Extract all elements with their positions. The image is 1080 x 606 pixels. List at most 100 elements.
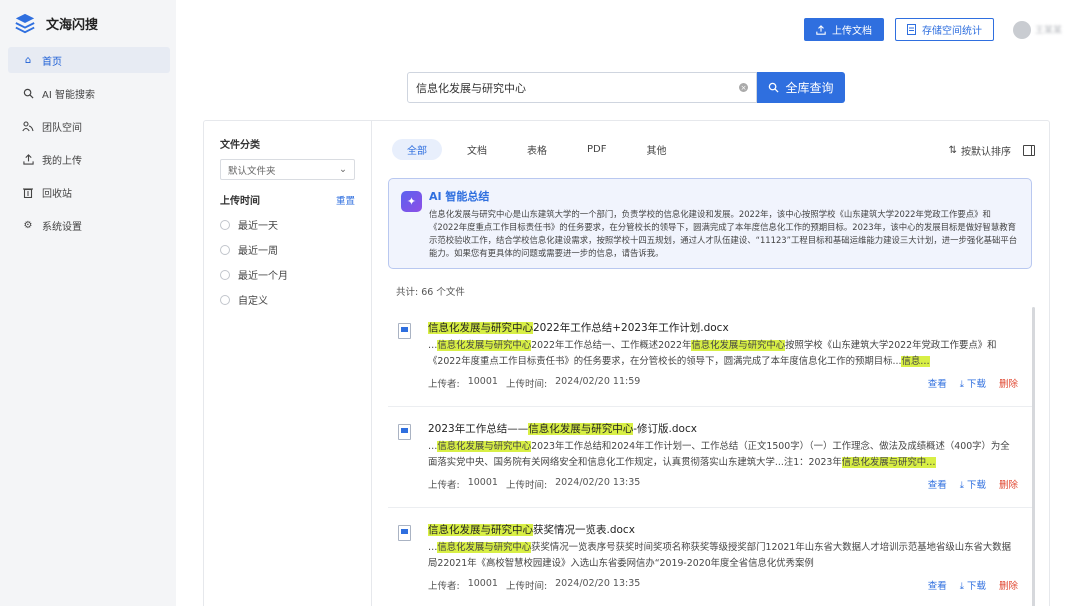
list-item: 信息化发展与研究中心获奖情况一览表.docx …信息化发展与研究中心获奖情况一览…	[388, 508, 1032, 606]
list-item: 信息化发展与研究中心2022年工作总结+2023年工作计划.docx …信息化发…	[388, 306, 1032, 407]
upload-document-button[interactable]: 上传文档	[803, 18, 884, 41]
layers-logo-icon	[15, 13, 35, 34]
sidebar-item-home[interactable]: ⌂ 首页	[8, 47, 170, 73]
sidebar-item-my-uploads[interactable]: 我的上传	[8, 146, 170, 172]
download-icon: ⤓	[959, 379, 967, 390]
download-button[interactable]: ⤓ 下载	[960, 578, 986, 592]
search-icon	[22, 87, 34, 99]
delete-button[interactable]: 删除	[999, 477, 1018, 491]
uploader-value: 10001	[467, 578, 498, 589]
snippet-highlight: 信息化发展与研究中心	[437, 340, 532, 351]
tab-spreadsheets[interactable]: 表格	[512, 139, 562, 160]
tab-all[interactable]: 全部	[392, 139, 442, 160]
sort-button[interactable]: ⇅ 按默认排序	[949, 143, 1011, 158]
download-label: 下载	[966, 379, 986, 390]
result-title[interactable]: 2023年工作总结——信息化发展与研究中心-修订版.docx	[428, 421, 1018, 436]
clear-icon[interactable]: ×	[739, 83, 748, 92]
view-button[interactable]: 查看	[928, 376, 947, 390]
time-option-month[interactable]: 最近一个月	[220, 267, 355, 282]
search-input[interactable]: 信息化发展与研究中心 ×	[407, 72, 757, 103]
sidebar-item-recycle-bin[interactable]: 回收站	[8, 179, 170, 205]
time-option-custom[interactable]: 自定义	[220, 292, 355, 307]
result-title[interactable]: 信息化发展与研究中心2022年工作总结+2023年工作计划.docx	[428, 320, 1018, 335]
result-meta: 上传者: 10001 上传时间: 2024/02/20 13:35	[428, 477, 640, 491]
snippet-prefix: …	[428, 340, 438, 351]
title-text: 获奖情况一览表.docx	[533, 524, 635, 536]
delete-button[interactable]: 删除	[999, 578, 1018, 592]
download-button[interactable]: ⤓ 下载	[960, 376, 986, 390]
list-item: 2023年工作总结——信息化发展与研究中心-修订版.docx … 信息化发展与研究…	[388, 407, 1032, 508]
tab-other[interactable]: 其他	[631, 139, 681, 160]
tab-documents[interactable]: 文档	[452, 139, 502, 160]
time-option-day[interactable]: 最近一天	[220, 217, 355, 232]
category-select-value: 默认文件夹	[228, 165, 276, 177]
gear-icon: ⚙	[23, 219, 33, 231]
tab-pdf[interactable]: PDF	[572, 139, 621, 160]
snippet-prefix: …	[428, 441, 438, 452]
results-scrollbar[interactable]	[1032, 307, 1035, 606]
uploader-value: 10001	[467, 376, 498, 387]
snippet-prefix: …	[428, 542, 438, 553]
search-all-button[interactable]: 全库查询	[757, 72, 845, 103]
user-menu[interactable]: 王某某	[1012, 20, 1062, 39]
upload-time-label: 上传时间:	[505, 379, 548, 390]
snippet-text: 2022年工作总结一、工作概述2022年	[531, 340, 692, 351]
view-button[interactable]: 查看	[928, 578, 947, 592]
sidebar-item-label: 我的上传	[42, 155, 82, 167]
upload-icon	[816, 24, 826, 35]
title-highlight: 信息化发展与研究中心	[528, 423, 634, 435]
snippet-highlight: 信息…	[901, 356, 930, 367]
user-name: 王某某	[1034, 26, 1062, 36]
search-icon	[769, 82, 780, 93]
sidebar-item-settings[interactable]: ⚙ 系统设置	[8, 212, 170, 238]
view-button[interactable]: 查看	[928, 477, 947, 491]
title-text: 2023年工作总结——	[428, 423, 529, 435]
ai-summary-card: ✦ AI 智能总结 信息化发展与研究中心是山东建筑大学的一个部门，负责学校的信息…	[388, 178, 1032, 269]
search-bar: 信息化发展与研究中心 × 全库查询	[407, 72, 845, 103]
delete-button[interactable]: 删除	[999, 376, 1018, 390]
avatar	[1012, 20, 1031, 39]
sort-icon: ⇅	[948, 145, 957, 156]
uploader-value: 10001	[467, 477, 498, 488]
download-button[interactable]: ⤓ 下载	[960, 477, 986, 491]
uploader-label: 上传者:	[428, 581, 460, 592]
document-list-icon	[906, 24, 916, 35]
team-icon	[22, 120, 34, 132]
result-actions: 查看 ⤓ 下载 删除	[928, 477, 1018, 491]
sidebar-item-label: 回收站	[42, 188, 72, 200]
category-title: 文件分类	[220, 140, 260, 151]
result-title[interactable]: 信息化发展与研究中心获奖情况一览表.docx	[428, 522, 1018, 537]
radio-icon	[220, 269, 230, 280]
sort-label: 按默认排序	[961, 147, 1011, 158]
storage-stats-label: 存储空间统计	[921, 26, 982, 37]
results-panel: 文件分类 默认文件夹 ⌄ 上传时间 重置 最近一天 最近一周 最近一个月 自定义…	[203, 120, 1050, 606]
time-option-label: 最近一天	[238, 221, 278, 232]
word-file-icon	[398, 424, 411, 440]
word-file-icon	[398, 323, 411, 339]
sidebar-item-label: 首页	[42, 56, 62, 68]
layout-toggle-icon[interactable]	[1023, 145, 1035, 156]
radio-icon	[220, 244, 230, 255]
ai-sparkle-icon: ✦	[401, 191, 422, 212]
sidebar-item-label: 团队空间	[42, 122, 82, 134]
trash-icon	[22, 186, 34, 198]
time-option-label: 最近一个月	[238, 271, 288, 282]
time-option-week[interactable]: 最近一周	[220, 242, 355, 257]
brand-name: 文海闪搜	[46, 17, 99, 33]
radio-icon	[220, 219, 230, 230]
result-meta: 上传者: 10001 上传时间: 2024/02/20 11:59	[428, 376, 640, 390]
time-filter-header: 上传时间 重置	[220, 192, 355, 208]
file-type-tabs: 全部 文档 表格 PDF 其他	[392, 139, 691, 160]
category-select[interactable]: 默认文件夹 ⌄	[220, 159, 355, 180]
time-option-label: 最近一周	[238, 246, 278, 257]
sidebar-item-ai-search[interactable]: AI 智能搜索	[8, 80, 170, 106]
upload-icon	[22, 153, 34, 165]
ai-summary-text: 信息化发展与研究中心是山东建筑大学的一个部门，负责学校的信息化建设和发展。202…	[429, 209, 1018, 258]
reset-button[interactable]: 重置	[336, 193, 355, 207]
upload-time-value: 2024/02/20 13:35	[555, 578, 641, 589]
sidebar-item-team-space[interactable]: 团队空间	[8, 113, 170, 139]
brand: 文海闪搜	[14, 12, 98, 34]
results-area: 全部 文档 表格 PDF 其他 ⇅ 按默认排序 ✦ AI 智能总结 信息化发展与…	[372, 121, 1051, 606]
storage-stats-button[interactable]: 存储空间统计	[894, 18, 994, 41]
filter-panel: 文件分类 默认文件夹 ⌄ 上传时间 重置 最近一天 最近一周 最近一个月 自定义	[204, 121, 372, 606]
